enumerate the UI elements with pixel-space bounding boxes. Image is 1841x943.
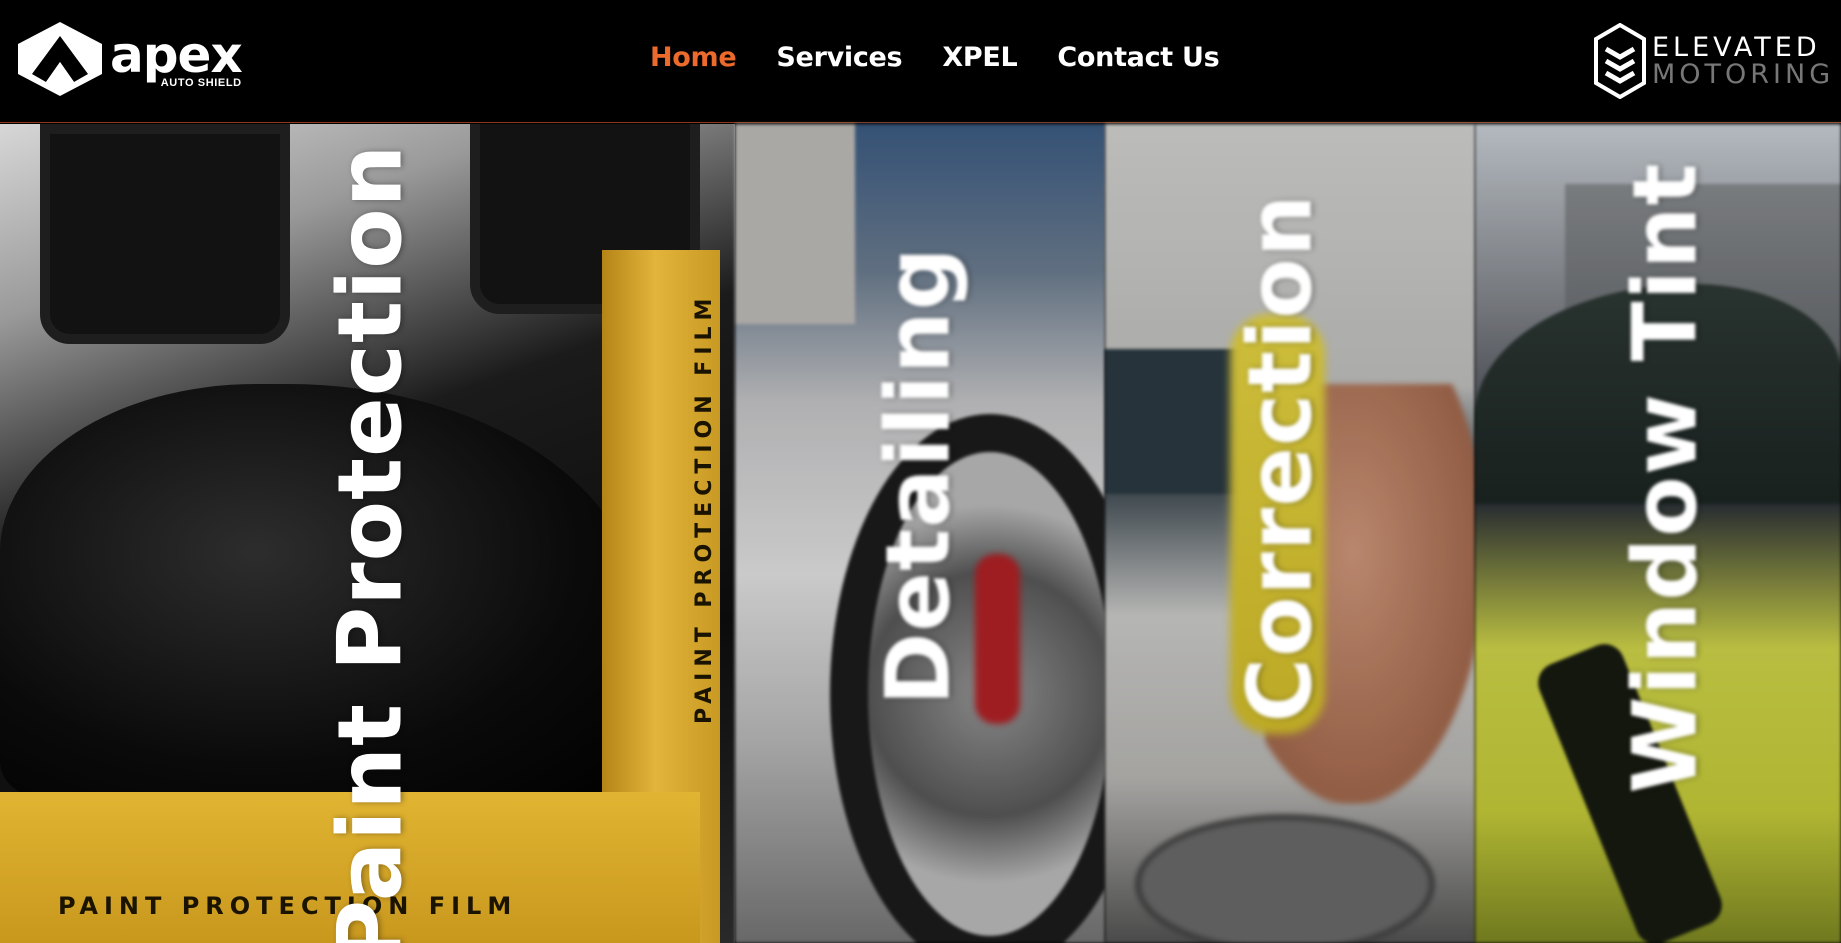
nav-home[interactable]: Home (650, 42, 737, 73)
panel-label-window-tint: Window Tint (1613, 162, 1717, 794)
apex-shield-icon (18, 22, 102, 96)
car-door-photo (40, 124, 290, 344)
film-tube-text: PAINT PROTECTION FILM (692, 292, 717, 724)
apex-wordmark: apex AUTO SHIELD (110, 25, 243, 89)
nav-contact-us[interactable]: Contact Us (1057, 42, 1219, 73)
panel-paint-protection[interactable]: PAINT PROTECTION FILM PAINT PROTECTION F… (0, 124, 735, 943)
panel-correction[interactable]: Correction (1105, 124, 1475, 943)
apex-subtitle: AUTO SHIELD (160, 76, 242, 89)
panel-label-correction: Correction (1228, 193, 1332, 723)
main-nav: Home Services XPEL Contact Us (650, 42, 1220, 73)
film-box-text: PAINT PROTECTION FILM (58, 892, 518, 920)
nav-xpel[interactable]: XPEL (942, 42, 1017, 73)
elevated-text: ELEVATED (1652, 32, 1821, 63)
panel-label-paint-protection: Paint Protection (318, 143, 422, 943)
elevated-motoring-hexagon-icon (1594, 23, 1646, 99)
apex-auto-shield-logo[interactable]: apex AUTO SHIELD (18, 22, 243, 96)
elevated-motoring-logo[interactable]: ELEVATED MOTORING (1594, 23, 1834, 99)
motoring-text: MOTORING (1652, 59, 1835, 90)
elevated-motoring-wordmark: ELEVATED MOTORING (1652, 34, 1834, 88)
site-header: apex AUTO SHIELD Home Services XPEL Cont… (0, 0, 1841, 123)
apex-name: apex (110, 25, 243, 84)
service-panels: PAINT PROTECTION FILM PAINT PROTECTION F… (0, 124, 1841, 943)
panel-window-tint[interactable]: Window Tint (1475, 124, 1841, 943)
panel-detailing[interactable]: Detailing (735, 124, 1105, 943)
nav-services[interactable]: Services (776, 42, 902, 73)
panel-label-detailing: Detailing (866, 246, 970, 706)
